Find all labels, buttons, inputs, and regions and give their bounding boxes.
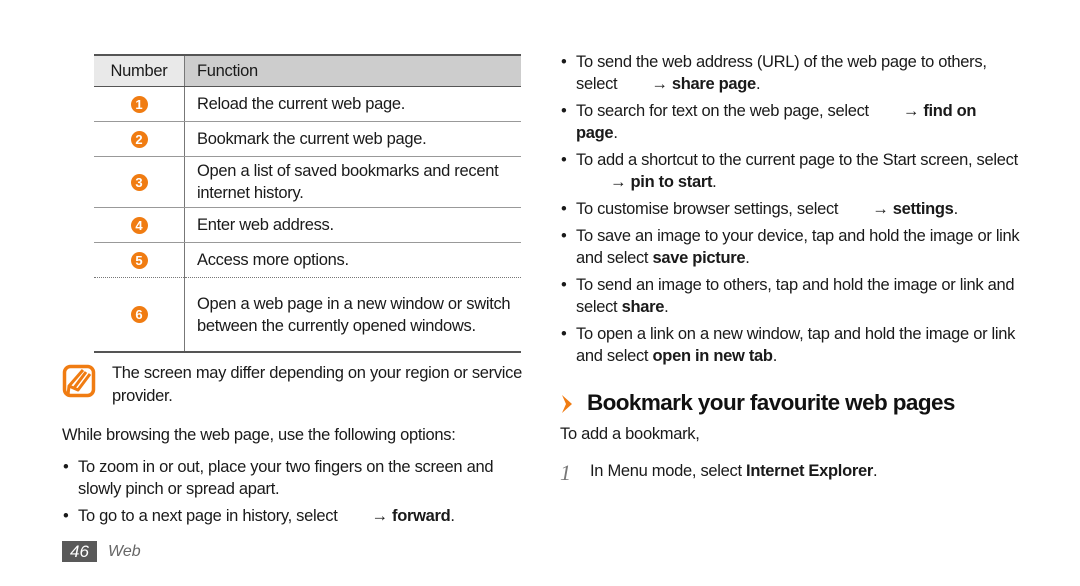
arrow-icon: →: [902, 102, 920, 120]
menu-option: forward: [392, 507, 451, 525]
table-row: 3 Open a list of saved bookmarks and rec…: [94, 156, 521, 208]
menu-option: settings: [892, 200, 954, 218]
arrow-icon: →: [651, 75, 668, 93]
function-cell: Enter web address.: [184, 207, 521, 243]
table-row: 5 Access more options.: [94, 242, 521, 278]
menu-option: open in new tab: [652, 347, 773, 365]
header-number: Number: [94, 54, 185, 87]
number-badge-icon: 5: [130, 251, 148, 269]
page-section: Web: [108, 543, 141, 560]
list-item: • To add a shortcut to the current page t…: [561, 151, 1018, 191]
menu-option: share page: [671, 75, 756, 93]
chevron-right-icon: [562, 395, 572, 413]
arrow-icon: →: [371, 507, 389, 525]
pencil-note-icon: [62, 364, 96, 398]
number-badge-icon: 2: [130, 130, 148, 148]
intro-text: While browsing the web page, use the fol…: [62, 426, 456, 444]
number-badge-icon: 6: [130, 306, 148, 323]
arrow-icon: →: [872, 200, 889, 218]
header-function: Function: [184, 54, 521, 87]
number-badge-icon: 4: [130, 216, 148, 234]
list-item: • To send an image to others, tap and hol…: [561, 276, 1015, 316]
list-item: • To open a link on a new window, tap and…: [561, 325, 1016, 365]
app-name: Internet Explorer: [746, 462, 873, 480]
function-cell: Reload the current web page.: [184, 86, 521, 122]
arrow-icon: →: [610, 173, 627, 191]
table-row: 4 Enter web address.: [94, 207, 521, 243]
function-cell: Open a list of saved bookmarks and recen…: [184, 156, 521, 208]
page-number: 46: [62, 541, 97, 562]
note-text: The screen may differ depending on your …: [112, 364, 522, 405]
table-row: 2 Bookmark the current web page.: [94, 121, 521, 157]
list-item: • To go to a next page in history, select…: [63, 507, 455, 525]
list-item: • To search for text on the web page, sel…: [561, 102, 977, 142]
function-table: Number Function 1 Reload the current web…: [94, 54, 521, 353]
menu-option: share: [621, 298, 665, 316]
function-cell: Bookmark the current web page.: [184, 121, 521, 157]
list-item: • To save an image to your device, tap an…: [561, 227, 1020, 267]
step-number: 1: [560, 460, 571, 485]
right-options-list: • To send the web address (URL) of the we…: [560, 51, 1020, 372]
function-cell: Access more options.: [184, 242, 521, 278]
list-item: • To zoom in or out, place your two finge…: [63, 458, 494, 498]
list-item: • To customise browser settings, select → …: [561, 200, 958, 218]
table-header-row: Number Function: [94, 54, 521, 87]
menu-option: save picture: [652, 249, 746, 267]
left-options-list: • To zoom in or out, place your two finge…: [62, 456, 522, 532]
list-item: • To send the web address (URL) of the we…: [561, 53, 987, 93]
function-cell: Open a web page in a new window or switc…: [184, 277, 521, 353]
table-row: 1 Reload the current web page.: [94, 86, 521, 122]
section-title: Bookmark your favourite web pages: [587, 390, 955, 415]
menu-option: pin to start: [630, 173, 713, 191]
table-row: 6 Open a web page in a new window or swi…: [94, 277, 521, 353]
number-badge-icon: 1: [130, 95, 148, 113]
section-subtitle: To add a bookmark,: [560, 425, 700, 443]
number-badge-icon: 3: [130, 173, 148, 191]
